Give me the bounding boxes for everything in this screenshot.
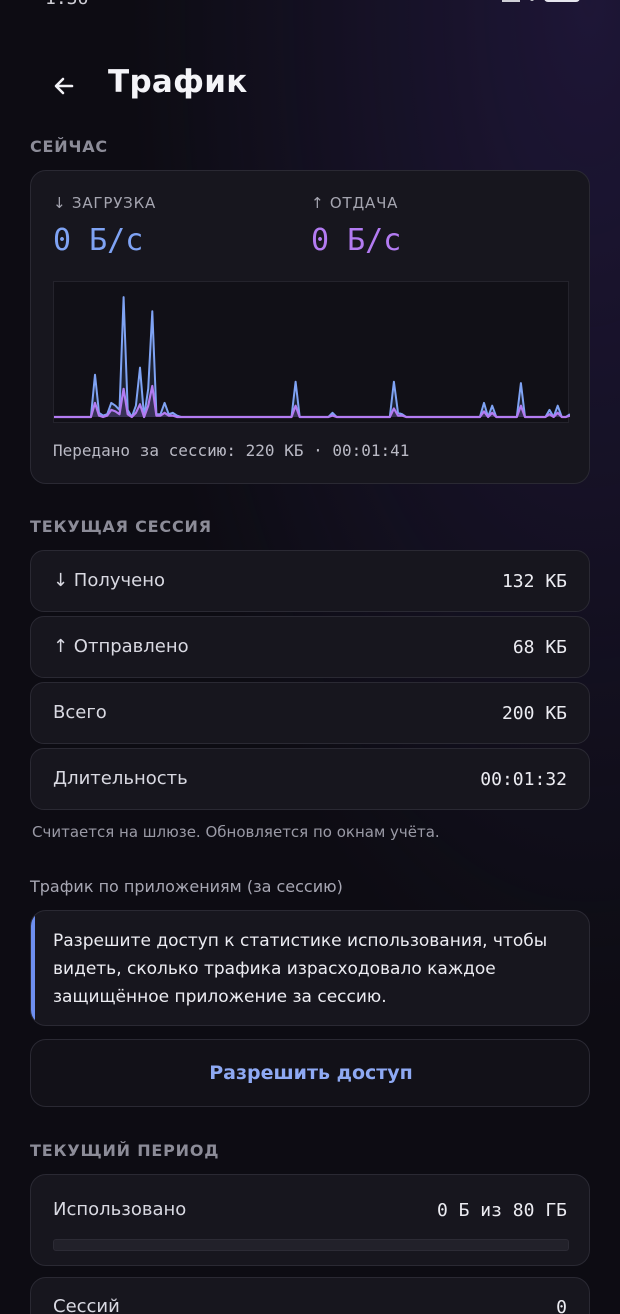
grant-access-button[interactable]: Разрешить доступ (30, 1039, 590, 1107)
received-row: ↓ Получено 132 КБ (30, 550, 590, 612)
usage-progress-bar (53, 1239, 569, 1251)
dot-icon (530, 0, 534, 1)
duration-label: Длительность (53, 768, 188, 789)
status-icons (502, 0, 580, 2)
page-title: Трафик (108, 64, 248, 100)
sessions-value: 0 (556, 1297, 567, 1314)
download-series-area (54, 297, 570, 417)
upload-series-line (54, 384, 570, 419)
sent-value: 68 КБ (512, 637, 567, 658)
usage-access-info: Разрешите доступ к статистике использова… (30, 910, 590, 1026)
grant-access-label: Разрешить доступ (209, 1062, 413, 1084)
upload-value: 0 Б/с (311, 223, 402, 258)
sent-row: ↑ Отправлено 68 КБ (30, 616, 590, 678)
battery-icon (544, 0, 580, 2)
status-bar: 1:36 (0, 0, 620, 12)
received-label: ↓ Получено (53, 570, 165, 591)
session-summary: Передано за сессию: 220 КБ · 00:01:41 (53, 441, 410, 460)
total-row: Всего 200 КБ (30, 682, 590, 744)
sent-label: ↑ Отправлено (53, 636, 189, 657)
duration-value: 00:01:32 (480, 769, 567, 790)
arrow-left-icon (54, 77, 74, 95)
section-label-now: СЕЙЧАС (30, 137, 108, 156)
info-accent-bar (31, 911, 35, 1025)
app-bar: Трафик (0, 62, 620, 108)
back-button[interactable] (44, 66, 84, 106)
download-value: 0 Б/с (53, 223, 144, 258)
now-card: ↓ ЗАГРУЗКА 0 Б/с ↑ ОТДАЧА 0 Б/с Передано… (30, 170, 590, 484)
duration-row: Длительность 00:01:32 (30, 748, 590, 810)
used-label: Использовано (53, 1199, 187, 1220)
download-label: ↓ ЗАГРУЗКА (53, 194, 157, 212)
download-series-line (54, 296, 570, 418)
period-usage-card: Использовано 0 Б из 80 ГБ (30, 1174, 590, 1266)
section-label-period: ТЕКУЩИЙ ПЕРИОД (30, 1141, 220, 1160)
apps-traffic-label: Трафик по приложениям (за сессию) (30, 877, 343, 896)
upload-label: ↑ ОТДАЧА (311, 194, 399, 212)
signal-icon (502, 0, 520, 2)
used-value: 0 Б из 80 ГБ (436, 1200, 567, 1221)
usage-access-text: Разрешите доступ к статистике использова… (53, 931, 548, 1007)
total-label: Всего (53, 702, 107, 723)
sessions-card: Сессий 0 (30, 1277, 590, 1314)
traffic-chart-svg (54, 296, 570, 419)
total-value: 200 КБ (501, 703, 567, 724)
status-time: 1:36 (45, 0, 88, 9)
sessions-label: Сессий (53, 1296, 120, 1314)
received-value: 132 КБ (501, 571, 567, 592)
traffic-chart (53, 281, 570, 423)
section-label-session: ТЕКУЩАЯ СЕССИЯ (30, 517, 212, 536)
gateway-note: Считается на шлюзе. Обновляется по окнам… (32, 823, 440, 841)
